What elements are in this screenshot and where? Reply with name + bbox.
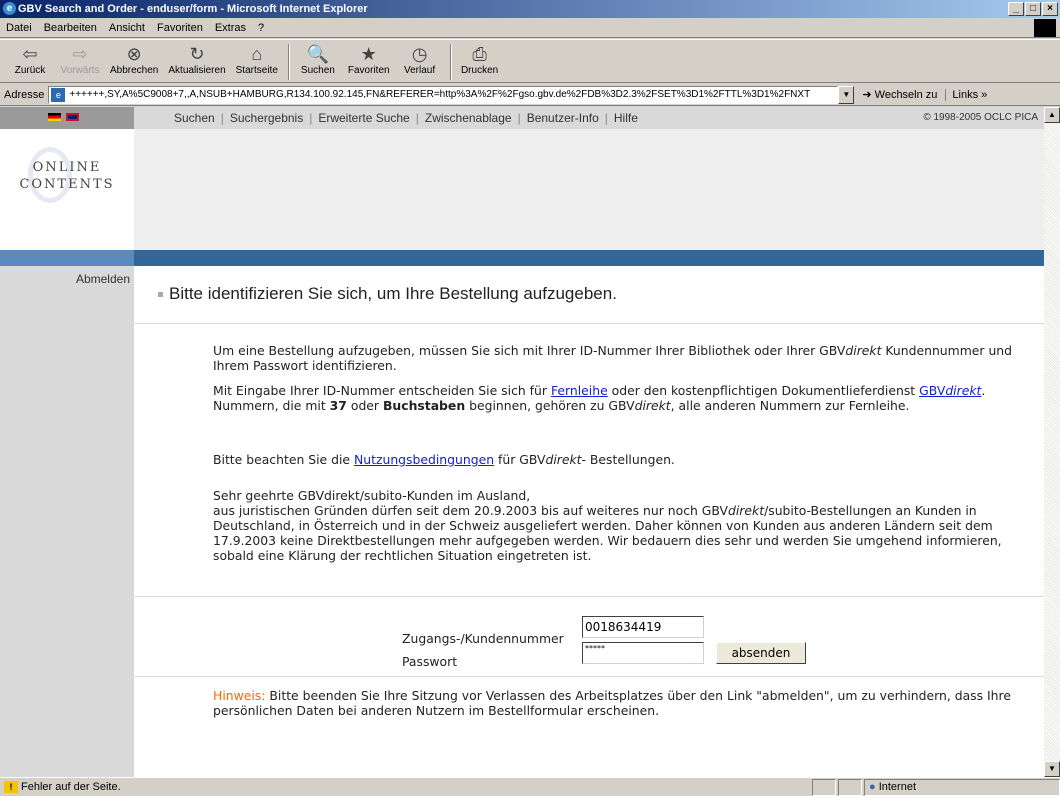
print-button[interactable]: ⎙ Drucken [460,40,500,76]
intro-paragraph: Um eine Bestellung aufzugeben, müssen Si… [213,343,1013,373]
back-arrow-icon: ⇦ [22,44,38,64]
window-title-bar[interactable]: e GBV Search and Order - enduser/form - … [0,0,1060,18]
menu-extras[interactable]: Extras [215,22,246,34]
vertical-scrollbar[interactable]: ▲ ▼ [1044,107,1060,777]
menu-bar: Datei Bearbeiten Ansicht Favoriten Extra… [0,18,1060,38]
security-zone: ● Internet [864,779,1060,796]
menu-ansicht[interactable]: Ansicht [109,22,145,34]
status-message[interactable]: Fehler auf der Seite. [21,781,121,793]
menu-help[interactable]: ? [258,22,264,34]
windows-logo-icon [1034,19,1056,37]
site-top-nav: Suchen | Suchergebnis | Erweiterte Suche | Zwi… [0,107,1044,129]
browser-viewport: Suchen | Suchergebnis | Erweiterte Suche | Zwi… [0,107,1044,777]
scroll-up-icon[interactable]: ▲ [1044,107,1060,123]
logo-line-2: CONTENTS [19,177,115,192]
toolbar: ⇦ Zurück ⇨ Vorwärts ⊗ Abbrechen ↻ Aktual… [0,39,1060,83]
divider [134,323,1044,324]
nav-erweiterte-suche[interactable]: Erweiterte Suche [318,111,409,125]
toolbar-separator [449,44,452,80]
stop-button[interactable]: ⊗ Abbrechen [110,40,158,76]
password-input[interactable]: ***** [582,642,704,664]
menu-favoriten[interactable]: Favoriten [157,22,203,34]
page-title: Bitte identifizieren Sie sich, um Ihre B… [158,284,617,304]
german-flag-icon[interactable] [48,113,61,121]
globe-icon: ● [869,781,879,793]
divider [134,596,1044,597]
bullet-icon [158,292,163,298]
search-button[interactable]: 🔍 Suchen [298,40,338,76]
main-content: Bitte identifizieren Sie sich, um Ihre B… [134,266,1044,777]
site-header: ONLINE CONTENTS [0,129,1044,250]
back-button[interactable]: ⇦ Zurück [10,40,50,76]
online-contents-logo: ONLINE CONTENTS [0,129,134,250]
left-sidebar: Abmelden [0,266,134,777]
toolbar-separator [287,44,290,80]
foreign-customers-notice: Sehr geehrte GBVdirekt/subito-Kunden im … [213,488,1002,563]
address-url: ++++++,SY,A%5C9008+7,,A,NSUB+HAMBURG,R13… [69,88,811,100]
divider [134,676,1044,677]
window-title: GBV Search and Order - enduser/form - Mi… [18,3,368,15]
menu-datei[interactable]: Datei [6,22,32,34]
forward-arrow-icon: ⇨ [72,44,88,64]
choice-paragraph: Mit Eingabe Ihrer ID-Nummer entscheiden … [213,383,986,413]
hint-label: Hinweis: [213,688,266,703]
home-icon: ⌂ [251,44,263,64]
warning-icon[interactable]: ! [4,781,18,793]
logout-link[interactable]: Abmelden [76,272,130,286]
history-icon: ◷ [411,44,428,64]
fernleihe-link[interactable]: Fernleihe [551,383,608,398]
nutzungsbedingungen-link[interactable]: Nutzungsbedingungen [354,452,494,467]
refresh-icon: ↻ [189,44,205,64]
id-label: Zugangs-/Kundennummer [402,631,564,646]
favorites-icon: ★ [360,44,377,64]
submit-button[interactable]: absenden [716,642,806,664]
scroll-down-icon[interactable]: ▼ [1044,761,1060,777]
gbvdirekt-link[interactable]: GBVdirekt [919,383,981,398]
address-label: Adresse [4,88,45,101]
hint-paragraph: Hinweis: Bitte beenden Sie Ihre Sitzung … [213,688,1011,718]
uk-flag-icon[interactable] [66,113,79,121]
logo-line-1: ONLINE [32,160,102,175]
nav-benutzer-info[interactable]: Benutzer-Info [527,111,599,125]
language-flags [0,107,134,129]
blue-divider-bar [0,250,1044,266]
page-icon: e [51,87,66,102]
nav-zwischenablage[interactable]: Zwischenablage [425,111,512,125]
stop-icon: ⊗ [126,44,142,64]
maximize-button[interactable]: □ [1025,2,1041,16]
nav-suchen[interactable]: Suchen [174,111,215,125]
status-bar: ! Fehler auf der Seite. ● Internet [0,777,1060,796]
search-icon: 🔍 [306,44,330,64]
nav-hilfe[interactable]: Hilfe [614,111,638,125]
menu-bearbeiten[interactable]: Bearbeiten [44,22,97,34]
print-icon: ⎙ [472,44,487,64]
site-nav: Suchen | Suchergebnis | Erweiterte Suche | Zwi… [174,111,638,125]
password-label: Passwort [402,654,458,669]
forward-button[interactable]: ⇨ Vorwärts [60,40,100,76]
minimize-button[interactable]: _ [1008,2,1024,16]
ie-logo-icon: e [3,2,16,15]
links-button[interactable]: Links » [945,88,987,101]
address-bar: Adresse e ++++++,SY,A%5C9008+7,,A,NSUB+H… [0,84,1060,106]
favorites-button[interactable]: ★ Favoriten [348,40,390,76]
close-button[interactable]: × [1042,2,1058,16]
history-button[interactable]: ◷ Verlauf [400,40,440,76]
address-dropdown-button[interactable]: ▼ [838,85,855,104]
id-input[interactable]: 0018634419 [582,616,704,638]
address-input[interactable]: e ++++++,SY,A%5C9008+7,,A,NSUB+HAMBURG,R… [48,85,839,104]
go-arrow-icon: ➜ [862,89,875,101]
nav-suchergebnis[interactable]: Suchergebnis [230,111,303,125]
refresh-button[interactable]: ↻ Aktualisieren [168,40,225,76]
terms-paragraph: Bitte beachten Sie die Nutzungsbedingung… [213,452,675,467]
copyright: © 1998-2005 OCLC PICA [923,112,1038,123]
go-button[interactable]: ➜ Wechseln zu [862,88,937,101]
home-button[interactable]: ⌂ Startseite [236,40,278,76]
